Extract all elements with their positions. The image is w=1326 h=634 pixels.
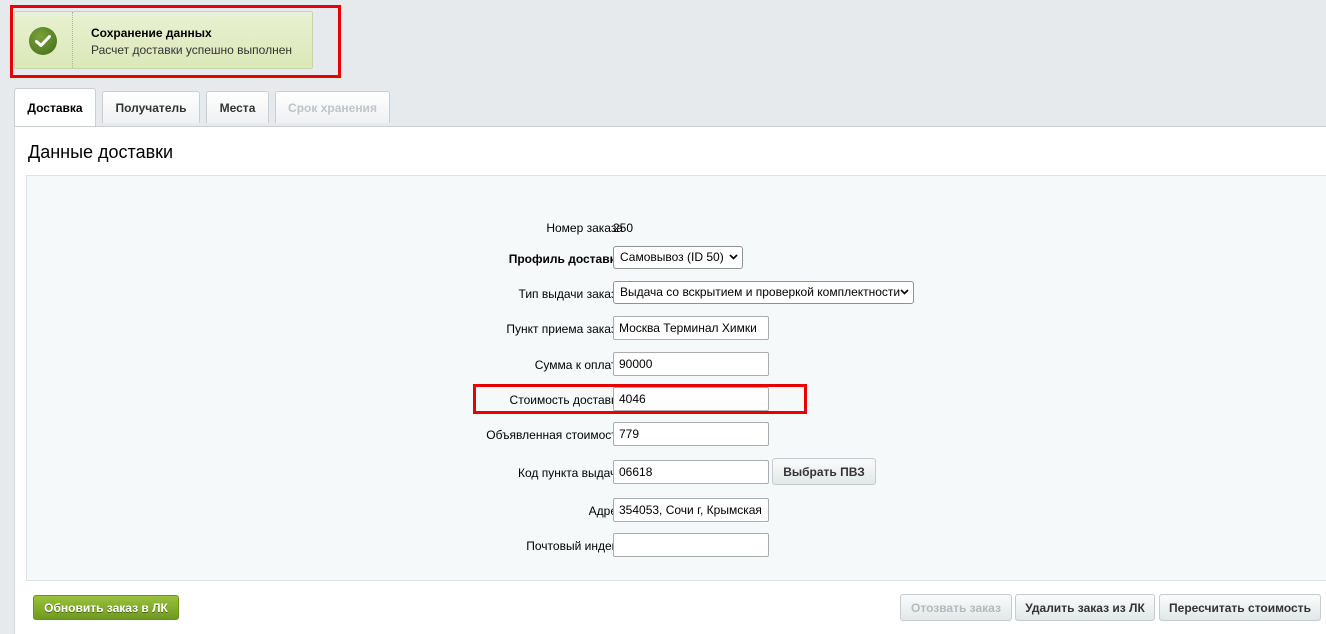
chevron-down-icon (900, 289, 909, 295)
tab-storage-period: Срок хранения (275, 91, 390, 123)
order-number-row: Номер заказа 250 (27, 215, 1326, 241)
postal-code-label: Почтовый индекс (526, 539, 623, 553)
tab-delivery[interactable]: Доставка (14, 88, 96, 126)
delivery-form: Номер заказа 250 Профиль доставки Самовы… (26, 175, 1326, 581)
select-pvz-button[interactable]: Выбрать ПВЗ (772, 458, 876, 485)
delete-order-button[interactable]: Удалить заказ из ЛК (1015, 594, 1155, 621)
issue-type-value: Выдача со вскрытием и проверкой комплект… (620, 285, 901, 299)
recall-order-button: Отозвать заказ (900, 594, 1012, 621)
declared-value-label: Объявленная стоимость (486, 428, 623, 442)
pickup-point-row: Пункт приема заказа (27, 316, 1326, 342)
delivery-profile-row: Профиль доставки Самовывоз (ID 50) (27, 246, 1326, 272)
highlight-frame-delivery-cost (473, 384, 807, 414)
order-number-label: Номер заказа (546, 221, 623, 235)
pickup-point-label: Пункт приема заказа (506, 322, 623, 336)
recalculate-cost-button[interactable]: Пересчитать стоимость (1159, 594, 1321, 621)
address-row: Адрес (27, 498, 1326, 524)
delivery-profile-label: Профиль доставки (508, 252, 623, 266)
tab-recipient[interactable]: Получатель (102, 91, 200, 123)
tab-places[interactable]: Места (206, 91, 269, 123)
issue-type-select[interactable]: Выдача со вскрытием и проверкой комплект… (613, 281, 914, 304)
declared-value-input[interactable] (613, 422, 769, 446)
address-input[interactable] (613, 498, 769, 522)
amount-to-pay-label: Сумма к оплате (534, 358, 623, 372)
issue-type-row: Тип выдачи заказа Выдача со вскрытием и … (27, 281, 1326, 307)
order-number-value: 250 (613, 221, 634, 235)
issue-type-label: Тип выдачи заказа (518, 287, 623, 301)
pvz-code-row: Код пункта выдачи Выбрать ПВЗ (27, 458, 1326, 486)
delivery-profile-value: Самовывоз (ID 50) (620, 250, 724, 264)
tab-panel: Данные доставки Номер заказа 250 Профиль… (14, 126, 1326, 634)
delivery-profile-select[interactable]: Самовывоз (ID 50) (613, 246, 743, 269)
postal-code-input[interactable] (613, 533, 769, 557)
amount-to-pay-input[interactable] (613, 352, 769, 376)
pvz-code-label: Код пункта выдачи (518, 466, 623, 480)
highlight-frame-notification (10, 5, 341, 78)
page-title: Данные доставки (28, 142, 174, 162)
chevron-down-icon (729, 254, 738, 260)
pvz-code-input[interactable] (613, 460, 769, 484)
postal-code-row: Почтовый индекс (27, 533, 1326, 559)
update-order-button[interactable]: Обновить заказ в ЛК (33, 595, 179, 620)
pickup-point-input[interactable] (613, 316, 769, 340)
declared-value-row: Объявленная стоимость (27, 422, 1326, 448)
amount-to-pay-row: Сумма к оплате (27, 352, 1326, 378)
